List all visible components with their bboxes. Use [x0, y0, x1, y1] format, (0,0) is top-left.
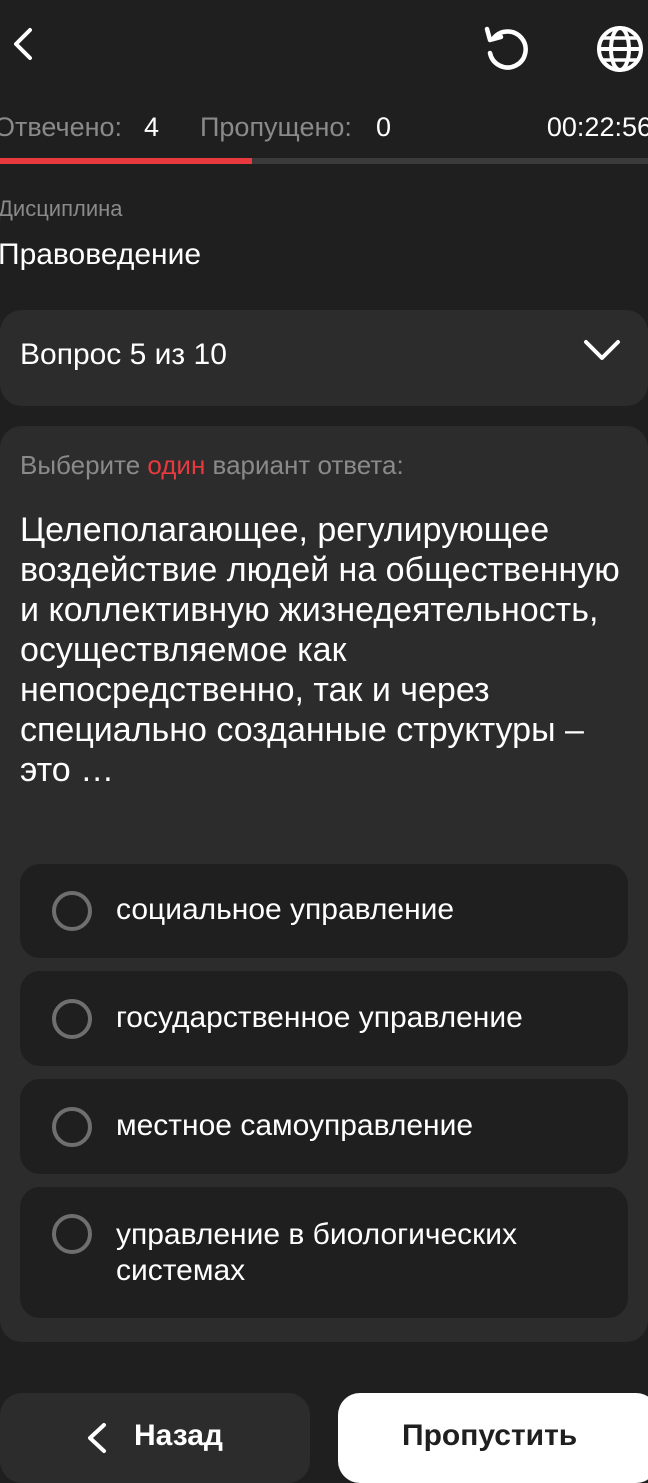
globe-icon[interactable]	[592, 22, 648, 76]
answer-option-label: местное самоуправление	[116, 1109, 474, 1142]
answered-label: Отвечено:	[0, 112, 123, 142]
question-selector[interactable]: Вопрос 5 из 10	[0, 310, 648, 406]
back-icon[interactable]	[0, 18, 44, 70]
skipped-label: Пропущено:	[200, 112, 352, 142]
back-button[interactable]: Назад	[0, 1393, 310, 1483]
top-bar	[0, 0, 648, 100]
chevron-left-icon	[84, 1421, 110, 1460]
answer-option-label: государственное управление	[116, 1001, 523, 1034]
answered-count: 4	[144, 112, 160, 142]
progress-fill	[0, 158, 252, 164]
skipped-count: 0	[376, 112, 392, 142]
radio-icon[interactable]	[52, 999, 92, 1039]
instruction-text: Выберите один вариант ответа:	[20, 450, 404, 480]
answer-option-label: управление в биологических системах	[116, 1218, 518, 1287]
radio-icon[interactable]	[52, 1214, 92, 1254]
radio-icon[interactable]	[52, 891, 92, 931]
stats-row: Отвечено: 4 Пропущено: 0 00:22:56	[0, 108, 648, 148]
chevron-down-icon[interactable]	[582, 338, 622, 369]
progress-bar	[0, 158, 648, 164]
answer-option-label: социальное управление	[116, 893, 455, 926]
question-selector-label: Вопрос 5 из 10	[20, 338, 227, 371]
skip-button-label: Пропустить	[402, 1419, 578, 1452]
discipline-label: Дисциплина	[0, 196, 123, 221]
instruction-accent: один	[147, 450, 206, 480]
answer-option[interactable]: управление в биологических системах	[20, 1187, 628, 1318]
skip-button[interactable]: Пропустить	[338, 1393, 648, 1483]
back-button-label: Назад	[134, 1419, 223, 1452]
restart-icon[interactable]	[478, 22, 536, 76]
answer-option[interactable]: местное самоуправление	[20, 1079, 628, 1174]
timer: 00:22:56	[546, 112, 648, 142]
question-text: Целеполагающее, регулирующее воздействие…	[20, 511, 620, 789]
discipline-value: Правоведение	[0, 238, 202, 271]
radio-icon[interactable]	[52, 1107, 92, 1147]
answer-option[interactable]: социальное управление	[20, 864, 628, 958]
answer-option[interactable]: государственное управление	[20, 971, 628, 1066]
